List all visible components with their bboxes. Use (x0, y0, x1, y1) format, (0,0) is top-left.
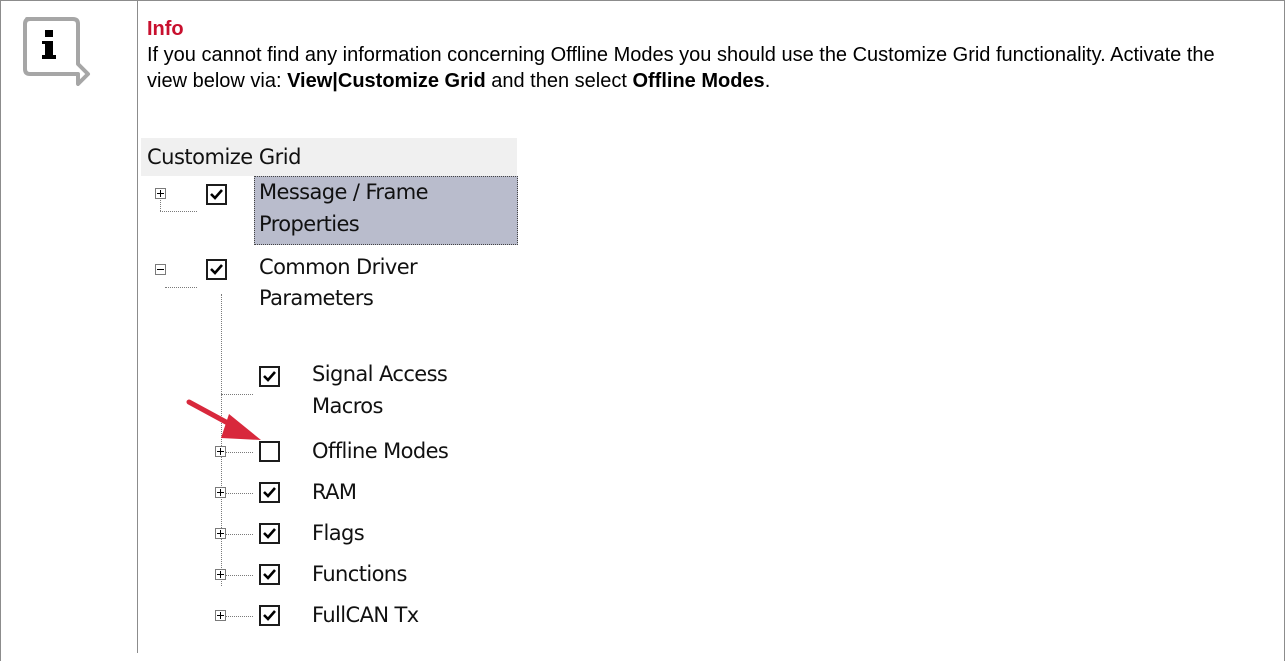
menu-path-text: View|Customize Grid (287, 70, 486, 92)
checkbox-flags[interactable] (259, 523, 280, 544)
checkmark-icon (210, 189, 223, 200)
checkmark-icon (263, 487, 276, 498)
expand-icon[interactable] (215, 487, 226, 498)
info-title: Info (147, 18, 184, 40)
tree-line (225, 493, 253, 494)
tree-line (160, 211, 197, 212)
checkbox-message-frame-properties[interactable] (206, 184, 227, 205)
tree-item-label[interactable]: Common Driver (259, 252, 418, 283)
info-icon (23, 17, 90, 86)
pointer-arrow-icon (186, 399, 261, 440)
tree-line (225, 534, 253, 535)
checkmark-icon (263, 610, 276, 621)
checkmark-icon (263, 569, 276, 580)
tree-line (225, 575, 253, 576)
checkbox-fullcan-tx[interactable] (259, 605, 280, 626)
checkbox-ram[interactable] (259, 482, 280, 503)
info-body: If you cannot find any information conce… (147, 42, 1257, 94)
tree-item-label[interactable]: RAM (312, 477, 357, 508)
info-body-text: . (764, 70, 771, 92)
expand-icon[interactable] (215, 528, 226, 539)
checkbox-signal-access-macros[interactable] (259, 366, 280, 387)
expand-icon[interactable] (155, 188, 166, 199)
tree-line (225, 616, 253, 617)
tree-item-label[interactable]: Functions (312, 559, 407, 590)
customize-grid-title: Customize Grid (141, 138, 517, 176)
tree-line (225, 452, 253, 453)
tree-item-label[interactable]: Offline Modes (312, 436, 449, 467)
info-body-text: and then select (485, 70, 633, 92)
offline-modes-emphasis: Offline Modes (632, 70, 765, 92)
tree-line (165, 287, 197, 288)
tree-line (221, 394, 253, 395)
tree-item-label[interactable]: FullCAN Tx (312, 600, 419, 631)
tree-item-label[interactable]: Message / Frame (259, 177, 429, 208)
tree-item-label[interactable]: Macros (312, 391, 384, 422)
checkbox-functions[interactable] (259, 564, 280, 585)
collapse-icon[interactable] (155, 264, 166, 275)
checkmark-icon (263, 528, 276, 539)
tree-item-label[interactable]: Signal Access (312, 359, 448, 390)
customize-grid-tree: Message / Frame Properties Common Driver… (141, 176, 519, 653)
customize-grid-screenshot: Customize Grid Message / Frame Propertie… (141, 138, 519, 653)
tree-item-label[interactable]: Flags (312, 518, 365, 549)
checkmark-icon (210, 264, 223, 275)
checkbox-common-driver-parameters[interactable] (206, 259, 227, 280)
tree-item-label[interactable]: Parameters (259, 283, 374, 314)
tree-item-label[interactable]: Properties (259, 209, 360, 240)
column-divider (137, 0, 138, 653)
expand-icon[interactable] (215, 569, 226, 580)
expand-icon[interactable] (215, 610, 226, 621)
checkmark-icon (263, 371, 276, 382)
